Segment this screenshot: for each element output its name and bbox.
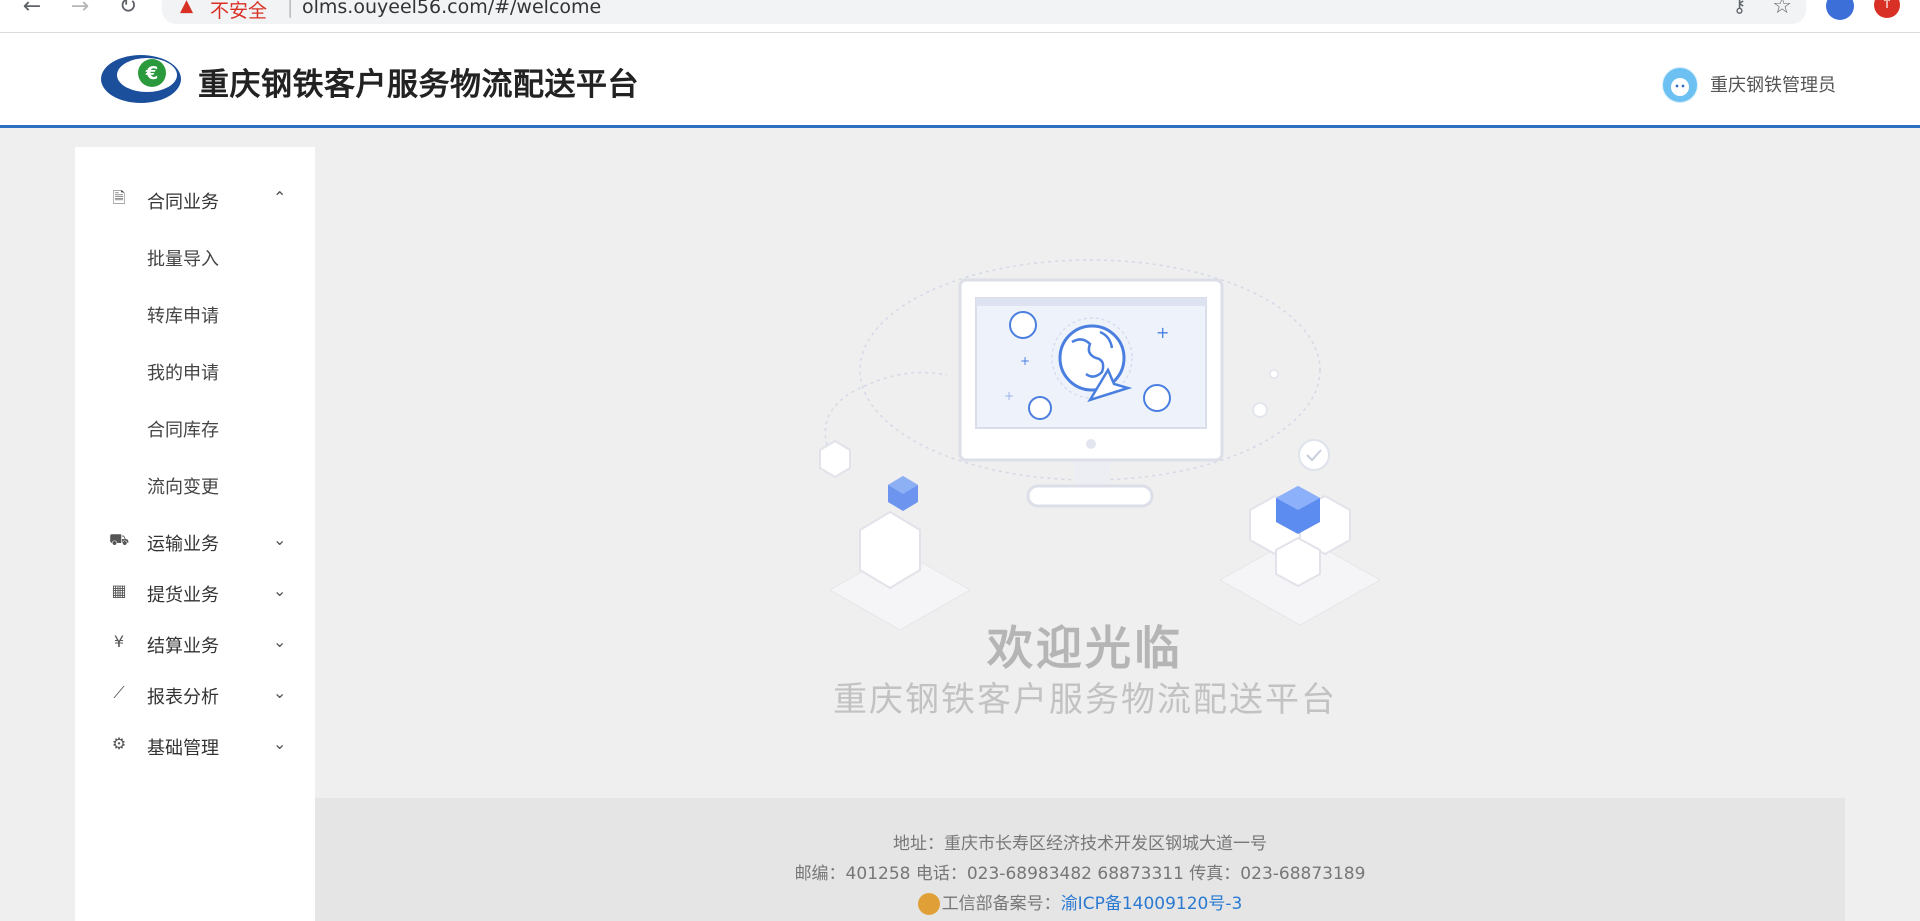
svg-text:+: +	[1156, 323, 1169, 342]
user-avatar[interactable]	[1662, 67, 1698, 103]
insecure-label[interactable]: 不安全	[210, 0, 267, 23]
company-logo-icon: €	[101, 55, 181, 103]
chevron-down-icon: ⌄	[273, 581, 287, 600]
chevron-down-icon: ⌄	[273, 683, 287, 702]
police-badge-icon	[917, 893, 940, 915]
submenu-batch-import[interactable]: 批量导入	[75, 236, 315, 276]
url-separator: |	[287, 0, 294, 18]
sidebar-menu: 🗎 合同业务 ⌃ 批量导入 转库申请 我的申请 合同库存 流向变更 ⛟ 运输业务…	[75, 147, 315, 921]
footer-contact: 邮编：401258 电话：023-68983482 68873311 传真：02…	[794, 864, 1366, 884]
update-icon[interactable]: ↑	[1874, 0, 1900, 18]
chevron-down-icon: ⌄	[273, 632, 287, 651]
submenu-label: 我的申请	[147, 363, 219, 384]
menu-pickup-business[interactable]: ▦ 提货业务 ⌄	[75, 572, 315, 612]
site-header: € 重庆钢铁客户服务物流配送平台 重庆钢铁管理员	[0, 33, 1920, 128]
browser-toolbar: ← → ↻ ▲ 不安全 | olms.ouyeel56.com/#/welcom…	[0, 0, 1920, 33]
menu-label: 合同业务	[147, 192, 219, 213]
submenu-label: 批量导入	[147, 249, 219, 270]
back-arrow-icon: ←	[22, 0, 42, 19]
footer-icp: 工信部备案号：渝ICP备14009120号-3	[315, 889, 1845, 915]
submenu-contract-stock[interactable]: 合同库存	[75, 407, 315, 447]
submenu-label: 流向变更	[147, 477, 219, 498]
menu-contract-business[interactable]: 🗎 合同业务 ⌃	[75, 179, 315, 219]
reload-icon: ↻	[118, 0, 138, 19]
submenu-label: 合同库存	[147, 420, 219, 441]
welcome-subtitle: 重庆钢铁客户服务物流配送平台	[833, 680, 1337, 720]
menu-settlement-business[interactable]: ¥ 结算业务 ⌄	[75, 623, 315, 663]
submenu-transfer-request[interactable]: 转库申请	[75, 293, 315, 333]
menu-label: 提货业务	[147, 585, 219, 606]
back-button[interactable]: ←	[18, 0, 46, 20]
page-footer: 地址：重庆市长寿区经济技术开发区钢城大道一号 邮编：401258 电话：023-…	[315, 798, 1845, 921]
site-title: 重庆钢铁客户服务物流配送平台	[198, 67, 639, 103]
menu-transport-business[interactable]: ⛟ 运输业务 ⌄	[75, 521, 315, 561]
chevron-down-icon: ⌄	[273, 734, 287, 753]
gear-icon: ⚙	[111, 734, 127, 753]
footer-address: 地址：重庆市长寿区经济技术开发区钢城大道一号	[893, 834, 1267, 854]
extension-icon[interactable]	[1826, 0, 1854, 20]
menu-basic-management[interactable]: ⚙ 基础管理 ⌄	[75, 725, 315, 765]
forward-button[interactable]: →	[66, 0, 94, 20]
address-bar[interactable]: ▲ 不安全 | olms.ouyeel56.com/#/welcome ⚷ ☆	[162, 0, 1806, 24]
car-icon: ⛟	[109, 530, 130, 549]
submenu-my-requests[interactable]: 我的申请	[75, 350, 315, 390]
chevron-up-icon: ⌃	[273, 188, 287, 207]
yen-icon: ¥	[113, 632, 125, 651]
avatar-face-icon	[1671, 78, 1689, 96]
chevron-down-icon: ⌄	[273, 530, 287, 549]
svg-text:+: +	[1004, 389, 1014, 403]
line-chart-icon: ⟋	[113, 683, 125, 702]
forward-arrow-icon: →	[70, 0, 90, 19]
svg-text:+: +	[1020, 354, 1030, 368]
user-name[interactable]: 重庆钢铁管理员	[1710, 71, 1836, 97]
icp-prefix: 工信部备案号：	[941, 894, 1061, 914]
menu-label: 结算业务	[147, 636, 219, 657]
grid-icon: ▦	[111, 581, 127, 600]
reload-button[interactable]: ↻	[114, 0, 142, 20]
menu-label: 运输业务	[147, 534, 219, 555]
icp-link[interactable]: 渝ICP备14009120号-3	[1061, 894, 1243, 914]
welcome-title: 欢迎光临	[987, 621, 1183, 675]
bookmark-star-icon[interactable]: ☆	[1772, 0, 1792, 19]
url-text[interactable]: olms.ouyeel56.com/#/welcome	[302, 0, 601, 18]
menu-report-analysis[interactable]: ⟋ 报表分析 ⌄	[75, 674, 315, 714]
warning-icon: ▲	[180, 0, 194, 16]
submenu-flow-change[interactable]: 流向变更	[75, 464, 315, 504]
menu-label: 报表分析	[147, 687, 219, 708]
svg-text:€: €	[145, 63, 159, 84]
key-icon[interactable]: ⚷	[1733, 0, 1746, 17]
menu-label: 基础管理	[147, 738, 219, 759]
submenu-label: 转库申请	[147, 306, 219, 327]
document-icon: 🗎	[112, 188, 126, 207]
welcome-illustration: + + +	[819, 259, 1380, 631]
